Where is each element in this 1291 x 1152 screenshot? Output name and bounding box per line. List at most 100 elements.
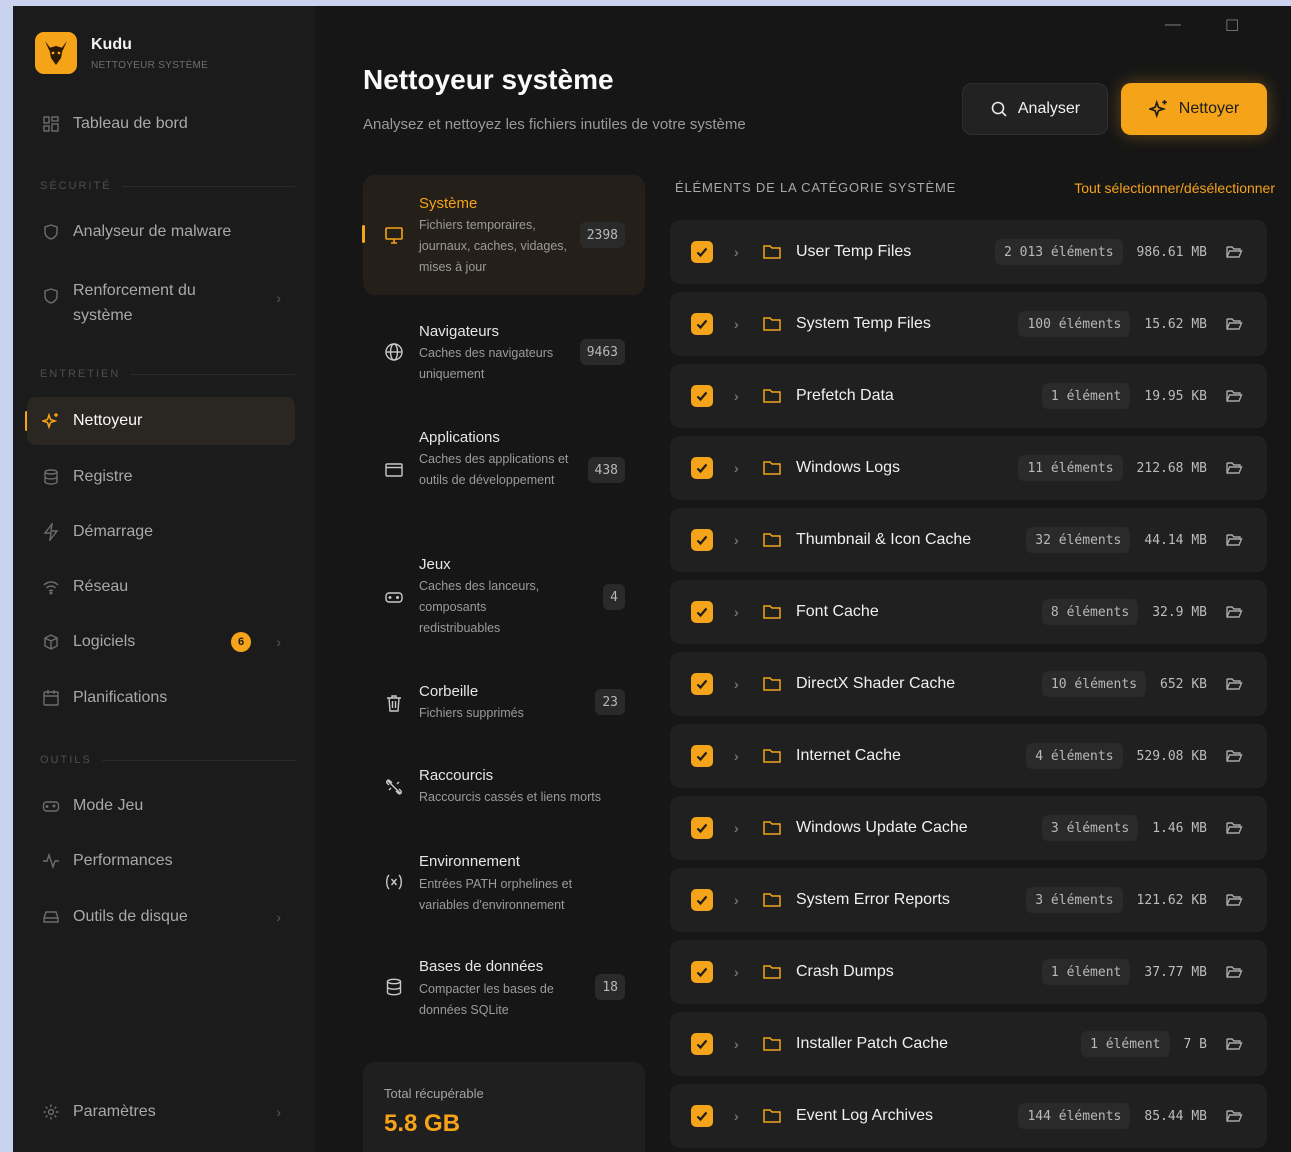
category-desc: Entrées PATH orphelines et variables d'e…: [419, 877, 573, 912]
checkbox[interactable]: [691, 745, 713, 767]
list-item[interactable]: › Thumbnail & Icon Cache 32 éléments 44.14 …: [670, 508, 1267, 572]
sidebar: Kudu NETTOYEUR SYSTÈME Tableau de bord S…: [13, 6, 315, 1152]
chevron-right-icon[interactable]: ›: [734, 892, 739, 908]
list-item[interactable]: › System Error Reports 3 éléments 121.62 KB: [670, 868, 1267, 932]
chevron-right-icon[interactable]: ›: [734, 244, 739, 260]
checkbox[interactable]: [691, 1105, 713, 1127]
item-name: System Temp Files: [796, 315, 931, 332]
list-item[interactable]: › Windows Update Cache 3 éléments 1.46 MB: [670, 796, 1267, 860]
chevron-right-icon[interactable]: ›: [734, 748, 739, 764]
minimize-icon[interactable]: —: [1165, 16, 1181, 34]
chevron-right-icon[interactable]: ›: [734, 1108, 739, 1124]
sidebar-item-label: Nettoyeur: [73, 412, 143, 429]
chevron-right-icon[interactable]: ›: [734, 964, 739, 980]
chevron-right-icon[interactable]: ›: [734, 1036, 739, 1052]
clean-button[interactable]: Nettoyer: [1121, 83, 1267, 135]
category-applications[interactable]: Applications Caches des applications et …: [363, 409, 645, 527]
category-shortcuts[interactable]: Raccourcis Raccourcis cassés et liens mo…: [363, 754, 645, 824]
folder-open-icon[interactable]: [1225, 748, 1243, 764]
list-item[interactable]: › User Temp Files 2 013 éléments 986.61 MB: [670, 220, 1267, 284]
checkbox[interactable]: [691, 817, 713, 839]
checkbox[interactable]: [691, 529, 713, 551]
category-browsers[interactable]: Navigateurs Caches des navigateurs uniqu…: [363, 303, 645, 403]
folder-open-icon[interactable]: [1225, 316, 1243, 332]
sidebar-item-performance[interactable]: Performances: [27, 837, 295, 885]
maximize-icon[interactable]: ☐: [1225, 16, 1239, 36]
checkbox[interactable]: [691, 313, 713, 335]
sidebar-item-game-mode[interactable]: Mode Jeu: [27, 782, 295, 830]
sidebar-item-cleaner[interactable]: Nettoyeur: [27, 397, 295, 445]
chevron-right-icon[interactable]: ›: [734, 676, 739, 692]
sidebar-item-malware[interactable]: Analyseur de malware: [27, 208, 295, 256]
sidebar-item-hardening[interactable]: Renforcement du système ›: [27, 274, 295, 328]
list-item[interactable]: › Font Cache 8 éléments 32.9 MB: [670, 580, 1267, 644]
checkbox[interactable]: [691, 457, 713, 479]
chevron-right-icon[interactable]: ›: [734, 604, 739, 620]
list-item[interactable]: › DirectX Shader Cache 10 éléments 652 KB: [670, 652, 1267, 716]
chevron-right-icon[interactable]: ›: [734, 316, 739, 332]
checkbox[interactable]: [691, 385, 713, 407]
item-size: 37.77 MB: [1144, 964, 1207, 980]
sidebar-item-disk-tools[interactable]: Outils de disque ›: [27, 893, 295, 941]
app-subtitle: NETTOYEUR SYSTÈME: [91, 59, 209, 71]
folder-open-icon[interactable]: [1225, 676, 1243, 692]
list-item[interactable]: › Installer Patch Cache 1 élément 7 B: [670, 1012, 1267, 1076]
item-count: 1 élément: [1041, 959, 1131, 985]
folder-open-icon[interactable]: [1225, 820, 1243, 836]
checkbox[interactable]: [691, 601, 713, 623]
chevron-right-icon[interactable]: ›: [734, 532, 739, 548]
list-item[interactable]: › Event Log Archives 144 éléments 85.44 MB: [670, 1084, 1267, 1148]
sidebar-item-registry[interactable]: Registre: [27, 453, 295, 501]
kudu-logo-icon: [35, 32, 77, 74]
clean-label: Nettoyer: [1178, 100, 1240, 117]
chevron-right-icon[interactable]: ›: [734, 460, 739, 476]
folder-open-icon[interactable]: [1225, 388, 1243, 404]
package-icon: [41, 632, 61, 652]
sidebar-item-software[interactable]: Logiciels 6 ›: [27, 618, 295, 666]
sidebar-item-network[interactable]: Réseau: [27, 563, 295, 611]
analyze-button[interactable]: Analyser: [962, 83, 1108, 135]
category-system[interactable]: Système Fichiers temporaires, journaux, …: [362, 175, 645, 295]
sidebar-item-schedules[interactable]: Planifications: [27, 674, 295, 722]
item-count: 4 éléments: [1026, 743, 1123, 769]
list-item[interactable]: › Crash Dumps 1 élément 37.77 MB: [670, 940, 1267, 1004]
item-size: 44.14 MB: [1144, 532, 1207, 548]
folder-open-icon[interactable]: [1225, 964, 1243, 980]
checkbox[interactable]: [691, 889, 713, 911]
chevron-right-icon[interactable]: ›: [734, 820, 739, 836]
folder-open-icon[interactable]: [1225, 892, 1243, 908]
sidebar-item-settings[interactable]: Paramètres ›: [27, 1088, 295, 1136]
folder-open-icon[interactable]: [1225, 244, 1243, 260]
folder-open-icon[interactable]: [1225, 604, 1243, 620]
item-size: 529.08 KB: [1136, 748, 1207, 764]
folder-open-icon[interactable]: [1225, 532, 1243, 548]
software-badge: 6: [231, 632, 251, 652]
category-title: Jeux: [419, 556, 451, 573]
sidebar-item-startup[interactable]: Démarrage: [27, 508, 295, 556]
category-count: 438: [587, 457, 625, 483]
folder-icon: [762, 243, 782, 261]
list-item[interactable]: › Prefetch Data 1 élément 19.95 KB: [670, 364, 1267, 428]
folder-open-icon[interactable]: [1225, 1036, 1243, 1052]
checkbox[interactable]: [691, 241, 713, 263]
section-tools: OUTILS: [40, 754, 295, 766]
checkbox[interactable]: [691, 961, 713, 983]
chevron-right-icon: ›: [276, 909, 281, 925]
category-databases[interactable]: Bases de données Compacter les bases de …: [363, 946, 645, 1026]
checkbox[interactable]: [691, 1033, 713, 1055]
sidebar-item-label: Paramètres: [73, 1103, 156, 1120]
category-environment[interactable]: Environnement Entrées PATH orphelines et…: [363, 839, 645, 919]
folder-open-icon[interactable]: [1225, 460, 1243, 476]
folder-open-icon[interactable]: [1225, 1108, 1243, 1124]
list-item[interactable]: › Internet Cache 4 éléments 529.08 KB: [670, 724, 1267, 788]
checkbox[interactable]: [691, 673, 713, 695]
item-size: 19.95 KB: [1144, 388, 1207, 404]
list-item[interactable]: › Windows Logs 11 éléments 212.68 MB: [670, 436, 1267, 500]
list-item[interactable]: › System Temp Files 100 éléments 15.62 MB: [670, 292, 1267, 356]
sidebar-item-dashboard[interactable]: Tableau de bord: [27, 100, 295, 148]
category-recycle-bin[interactable]: Corbeille Fichiers supprimés 23: [363, 666, 645, 746]
sidebar-item-label: Renforcement du système: [73, 282, 196, 324]
select-all-link[interactable]: Tout sélectionner/désélectionner: [1074, 180, 1275, 196]
chevron-right-icon[interactable]: ›: [734, 388, 739, 404]
category-games[interactable]: Jeux Caches des lanceurs, composants red…: [363, 536, 645, 654]
